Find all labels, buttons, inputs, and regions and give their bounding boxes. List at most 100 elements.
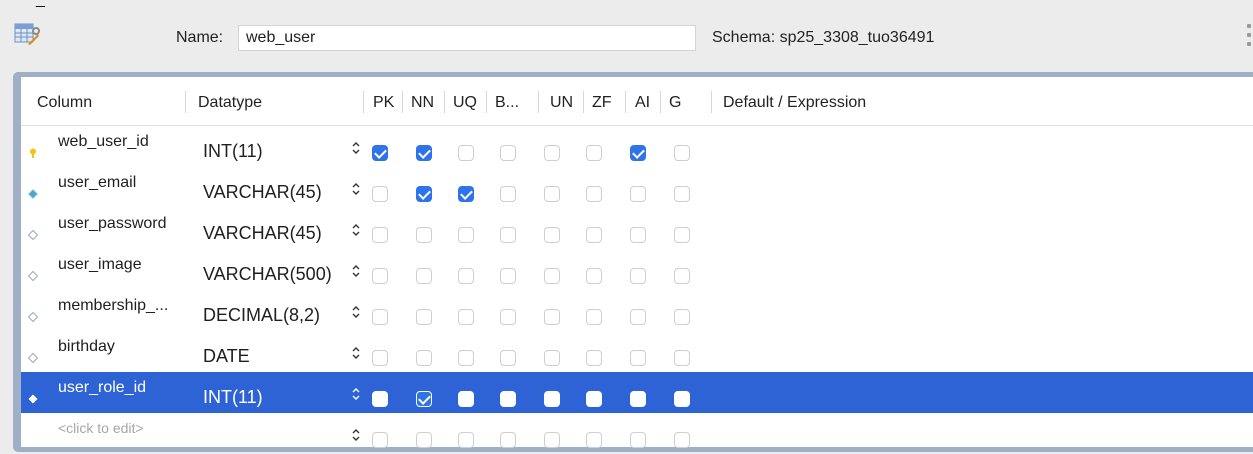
column-name[interactable]: <click to edit> — [58, 420, 144, 436]
header-nn[interactable]: NN — [411, 94, 434, 112]
column-name[interactable]: birthday — [58, 338, 115, 356]
flag-zf-checkbox[interactable] — [586, 186, 602, 202]
column-row[interactable]: membership_... DECIMAL(8,2) — [21, 290, 1253, 331]
column-name[interactable]: user_password — [58, 215, 167, 233]
header-default-expression[interactable]: Default / Expression — [723, 94, 866, 112]
datatype-dropdown-icon[interactable] — [351, 428, 361, 445]
flag-binary-checkbox[interactable] — [500, 227, 516, 243]
flag-un-checkbox[interactable] — [544, 432, 560, 448]
column-row[interactable]: user_image VARCHAR(500) — [21, 249, 1253, 290]
flag-nn-checkbox[interactable] — [416, 309, 432, 325]
flag-binary-checkbox[interactable] — [500, 350, 516, 366]
flag-ai-checkbox[interactable] — [630, 227, 646, 243]
column-datatype[interactable]: INT(11) — [203, 141, 351, 162]
flag-un-checkbox[interactable] — [544, 309, 560, 325]
column-datatype[interactable]: VARCHAR(45) — [203, 182, 351, 203]
flag-binary-checkbox[interactable] — [500, 145, 516, 161]
flag-ai-checkbox[interactable] — [630, 350, 646, 366]
flag-g-checkbox[interactable] — [674, 391, 690, 407]
column-name[interactable]: user_email — [58, 174, 136, 192]
flag-un-checkbox[interactable] — [544, 227, 560, 243]
flag-ai-checkbox[interactable] — [630, 432, 646, 448]
flag-un-checkbox[interactable] — [544, 350, 560, 366]
flag-un-checkbox[interactable] — [544, 186, 560, 202]
flag-ai-checkbox[interactable] — [630, 186, 646, 202]
flag-zf-checkbox[interactable] — [586, 391, 602, 407]
datatype-dropdown-icon[interactable] — [351, 182, 361, 199]
column-row[interactable]: web_user_id INT(11) — [21, 126, 1253, 167]
column-row[interactable]: user_role_id INT(11) — [21, 372, 1253, 413]
flag-nn-checkbox[interactable] — [416, 432, 432, 448]
datatype-dropdown-icon[interactable] — [351, 387, 361, 404]
header-binary[interactable]: B... — [495, 94, 519, 112]
flag-binary-checkbox[interactable] — [500, 186, 516, 202]
flag-pk-checkbox[interactable] — [372, 432, 388, 448]
resize-grip[interactable] — [1243, 24, 1253, 54]
flag-nn-checkbox[interactable] — [416, 227, 432, 243]
flag-g-checkbox[interactable] — [674, 268, 690, 284]
flag-pk-checkbox[interactable] — [372, 309, 388, 325]
flag-zf-checkbox[interactable] — [586, 145, 602, 161]
flag-uq-checkbox[interactable] — [458, 432, 474, 448]
header-zf[interactable]: ZF — [592, 94, 612, 112]
new-column-row[interactable]: <click to edit> — [21, 413, 1253, 454]
datatype-dropdown-icon[interactable] — [351, 346, 361, 363]
datatype-dropdown-icon[interactable] — [351, 223, 361, 240]
flag-binary-checkbox[interactable] — [500, 432, 516, 448]
header-datatype[interactable]: Datatype — [198, 94, 262, 112]
flag-uq-checkbox[interactable] — [458, 391, 474, 407]
flag-uq-checkbox[interactable] — [458, 268, 474, 284]
header-uq[interactable]: UQ — [453, 94, 477, 112]
flag-binary-checkbox[interactable] — [500, 309, 516, 325]
datatype-dropdown-icon[interactable] — [351, 305, 361, 322]
table-name-input[interactable] — [238, 25, 696, 51]
flag-un-checkbox[interactable] — [544, 145, 560, 161]
flag-pk-checkbox[interactable] — [372, 391, 388, 407]
flag-ai-checkbox[interactable] — [630, 309, 646, 325]
flag-nn-checkbox[interactable] — [416, 186, 432, 202]
flag-pk-checkbox[interactable] — [372, 227, 388, 243]
flag-uq-checkbox[interactable] — [458, 186, 474, 202]
column-datatype[interactable]: VARCHAR(45) — [203, 223, 351, 244]
flag-nn-checkbox[interactable] — [416, 350, 432, 366]
flag-un-checkbox[interactable] — [544, 391, 560, 407]
flag-ai-checkbox[interactable] — [630, 145, 646, 161]
flag-g-checkbox[interactable] — [674, 186, 690, 202]
flag-g-checkbox[interactable] — [674, 432, 690, 448]
column-row[interactable]: user_password VARCHAR(45) — [21, 208, 1253, 249]
flag-pk-checkbox[interactable] — [372, 268, 388, 284]
flag-zf-checkbox[interactable] — [586, 432, 602, 448]
flag-zf-checkbox[interactable] — [586, 227, 602, 243]
flag-un-checkbox[interactable] — [544, 268, 560, 284]
header-column[interactable]: Column — [37, 94, 92, 112]
flag-uq-checkbox[interactable] — [458, 309, 474, 325]
flag-zf-checkbox[interactable] — [586, 350, 602, 366]
flag-g-checkbox[interactable] — [674, 350, 690, 366]
column-datatype[interactable]: DATE — [203, 346, 351, 367]
flag-ai-checkbox[interactable] — [630, 268, 646, 284]
column-name[interactable]: user_role_id — [58, 379, 146, 397]
flag-g-checkbox[interactable] — [674, 227, 690, 243]
column-row[interactable]: birthday DATE — [21, 331, 1253, 372]
column-datatype[interactable]: INT(11) — [203, 387, 351, 408]
header-un[interactable]: UN — [550, 94, 573, 112]
datatype-dropdown-icon[interactable] — [351, 264, 361, 281]
column-datatype[interactable]: VARCHAR(500) — [203, 264, 351, 285]
flag-pk-checkbox[interactable] — [372, 145, 388, 161]
flag-nn-checkbox[interactable] — [416, 145, 432, 161]
flag-binary-checkbox[interactable] — [500, 268, 516, 284]
flag-zf-checkbox[interactable] — [586, 268, 602, 284]
flag-g-checkbox[interactable] — [674, 309, 690, 325]
header-pk[interactable]: PK — [373, 94, 394, 112]
column-row[interactable]: user_email VARCHAR(45) — [21, 167, 1253, 208]
flag-uq-checkbox[interactable] — [458, 350, 474, 366]
flag-ai-checkbox[interactable] — [630, 391, 646, 407]
flag-pk-checkbox[interactable] — [372, 350, 388, 366]
flag-nn-checkbox[interactable] — [416, 391, 432, 407]
flag-nn-checkbox[interactable] — [416, 268, 432, 284]
flag-binary-checkbox[interactable] — [500, 391, 516, 407]
column-name[interactable]: user_image — [58, 256, 142, 274]
flag-zf-checkbox[interactable] — [586, 309, 602, 325]
flag-uq-checkbox[interactable] — [458, 145, 474, 161]
flag-pk-checkbox[interactable] — [372, 186, 388, 202]
